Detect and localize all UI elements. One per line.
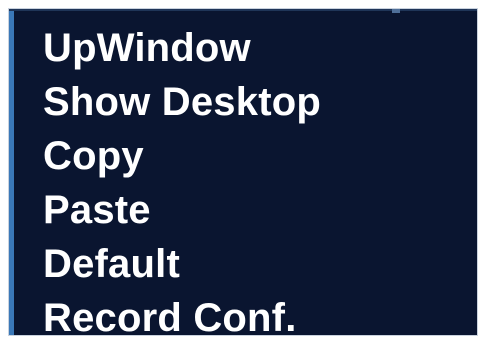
context-menu: UpWindow Show Desktop Copy Paste Default…: [8, 8, 478, 336]
menu-list: UpWindow Show Desktop Copy Paste Default…: [43, 21, 469, 335]
menu-item-record-conf[interactable]: Record Conf.: [43, 291, 469, 335]
menu-item-default[interactable]: Default: [43, 237, 469, 291]
menu-item-show-desktop[interactable]: Show Desktop: [43, 75, 469, 129]
menu-item-copy[interactable]: Copy: [43, 129, 469, 183]
menu-left-accent-bar: [9, 9, 14, 335]
menu-top-tick: [392, 9, 400, 13]
menu-item-paste[interactable]: Paste: [43, 183, 469, 237]
menu-item-upwindow[interactable]: UpWindow: [43, 21, 469, 75]
menu-top-border: [9, 9, 477, 11]
page: UpWindow Show Desktop Copy Paste Default…: [0, 0, 482, 347]
